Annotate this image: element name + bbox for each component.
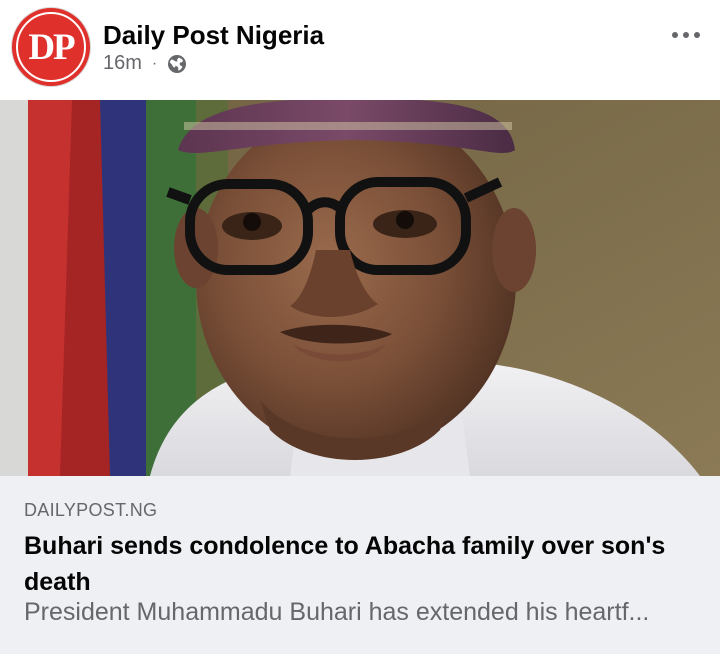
meta-separator: · — [151, 54, 158, 72]
more-dot — [683, 32, 689, 38]
more-dot — [672, 32, 678, 38]
page-avatar[interactable]: DP — [12, 8, 90, 86]
post-timestamp[interactable]: 16m — [103, 52, 142, 75]
avatar-ring: DP — [16, 12, 86, 82]
link-domain: DAILYPOST.NG — [24, 500, 158, 520]
news-feed-post: DP Daily Post Nigeria 16m · DAILYPOST.NG… — [0, 0, 720, 654]
post-meta: 16m · — [103, 52, 187, 75]
link-preview[interactable]: DAILYPOST.NG Buhari sends condolence to … — [0, 476, 720, 654]
more-options-icon[interactable] — [666, 26, 706, 44]
page-name-link[interactable]: Daily Post Nigeria — [103, 20, 324, 51]
post-header: DP Daily Post Nigeria 16m · — [0, 0, 720, 100]
more-dot — [694, 32, 700, 38]
link-headline[interactable]: Buhari sends condolence to Abacha family… — [24, 528, 694, 600]
article-photo[interactable] — [0, 100, 720, 476]
link-excerpt: President Muhammadu Buhari has extended … — [24, 598, 650, 626]
avatar-logo-text: DP — [28, 26, 75, 68]
globe-icon — [167, 54, 187, 74]
